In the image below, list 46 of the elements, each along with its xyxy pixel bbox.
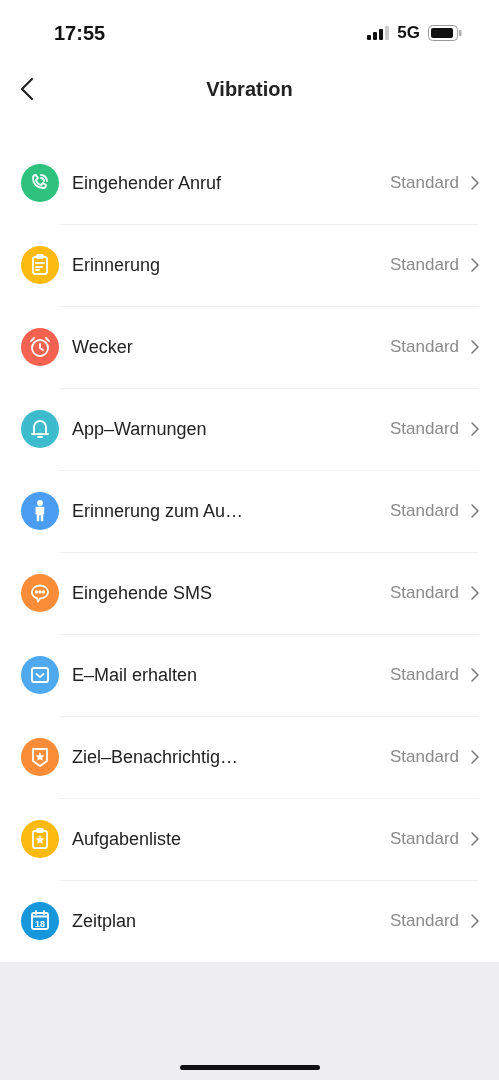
chevron-icon [471, 832, 479, 846]
settings-row[interactable]: Erinnerung Standard [0, 224, 499, 306]
settings-row[interactable]: E–Mail erhalten Standard [0, 634, 499, 716]
row-value: Standard [390, 501, 459, 521]
chevron-icon [471, 586, 479, 600]
chevron-icon [471, 504, 479, 518]
settings-row[interactable]: Eingehender Anruf Standard [0, 142, 499, 224]
row-label: Erinnerung zum Au… [72, 500, 245, 522]
row-label: Eingehende SMS [72, 582, 214, 604]
row-value: Standard [390, 665, 459, 685]
row-label: Erinnerung [72, 254, 162, 276]
row-value: Standard [390, 747, 459, 767]
row-label: Aufgabenliste [72, 828, 183, 850]
settings-row[interactable]: Aufgabenliste Standard [0, 798, 499, 880]
status-time: 17:55 [54, 21, 106, 45]
row-label: E–Mail erhalten [72, 664, 199, 686]
row-value: Standard [390, 583, 459, 603]
chevron-icon [471, 176, 479, 190]
page-title: Vibration [206, 77, 293, 101]
row-label: Wecker [72, 336, 134, 358]
network-label: 5G [397, 23, 420, 43]
chevron-icon [471, 340, 479, 354]
settings-row[interactable]: Eingehende SMS Standard [0, 552, 499, 634]
row-value: Standard [390, 173, 459, 193]
row-label: Eingehender Anruf [72, 172, 223, 194]
chevron-icon [471, 914, 479, 928]
row-value: Standard [390, 911, 459, 931]
calendar-icon: 18 [21, 902, 59, 940]
settings-row[interactable]: 18 Zeitplan Standard [0, 880, 499, 962]
row-value: Standard [390, 829, 459, 849]
settings-row[interactable]: App–Warnungen Standard [0, 388, 499, 470]
settings-row[interactable]: Wecker Standard [0, 306, 499, 388]
row-label: App–Warnungen [72, 418, 208, 440]
row-value: Standard [390, 255, 459, 275]
settings-row[interactable]: Erinnerung zum Au… Standard [0, 470, 499, 552]
battery-icon [428, 25, 462, 41]
row-value: Standard [390, 419, 459, 439]
chevron-icon [471, 750, 479, 764]
chevron-icon [471, 422, 479, 436]
row-value: Standard [390, 337, 459, 357]
row-label: Ziel–Benachrichtig… [72, 746, 240, 768]
signal-icon [367, 26, 390, 40]
chevron-icon [471, 258, 479, 272]
settings-row[interactable]: Ziel–Benachrichtig… Standard [0, 716, 499, 798]
row-label: Zeitplan [72, 910, 138, 932]
chevron-icon [471, 668, 479, 682]
